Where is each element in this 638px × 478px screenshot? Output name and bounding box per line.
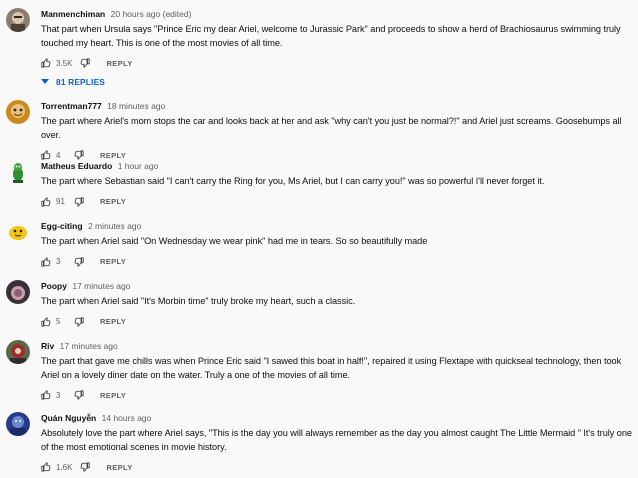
avatar[interactable] — [6, 340, 30, 364]
like-count: 1.6K — [56, 462, 73, 472]
comment-actions: 5 REPLY — [41, 315, 634, 329]
comment-timestamp[interactable]: 20 hours ago (edited) — [111, 9, 192, 19]
like-count: 4 — [56, 150, 61, 160]
comment-text: The part that gave me chills was when Pr… — [41, 356, 622, 380]
avatar[interactable] — [6, 412, 30, 436]
like-count: 5 — [56, 317, 61, 326]
comment-timestamp[interactable]: 17 minutes ago — [72, 281, 130, 291]
thumbs-up-icon[interactable] — [41, 390, 51, 400]
like-count: 3.5K — [56, 58, 73, 68]
reply-button[interactable]: REPLY — [100, 257, 126, 266]
avatar[interactable] — [6, 100, 30, 124]
view-replies-button[interactable]: 81 REPLIES — [41, 77, 634, 87]
comment-actions: 3 REPLY — [41, 255, 634, 269]
reply-button[interactable]: REPLY — [106, 463, 132, 472]
thumbs-down-icon[interactable] — [80, 462, 91, 472]
reply-button[interactable]: REPLY — [100, 391, 126, 400]
thumbs-down-icon[interactable] — [80, 58, 91, 68]
author-name[interactable]: Torrentman777 — [41, 101, 102, 111]
thumbs-up-icon[interactable] — [41, 256, 51, 267]
comment-header: Riv 17 minutes ago — [41, 340, 634, 352]
comment-text: The part where Sebastian said "I can't c… — [41, 176, 545, 186]
author-name[interactable]: Matheus Eduardo — [41, 161, 112, 171]
avatar[interactable] — [6, 220, 30, 244]
author-name[interactable]: Riv — [41, 341, 54, 351]
comment-text: That part when Ursula says "Prince Eric … — [41, 24, 621, 48]
author-name[interactable]: Egg-citing — [41, 221, 83, 231]
thumbs-down-icon[interactable] — [74, 256, 84, 267]
like-count: 3 — [56, 390, 61, 400]
comment-header: Matheus Eduardo 1 hour ago — [41, 160, 634, 172]
comment-header: Manmenchiman 20 hours ago (edited) — [41, 8, 634, 20]
avatar[interactable] — [6, 280, 30, 304]
comment-actions: 3.5K REPLY — [41, 56, 634, 70]
comment-timestamp[interactable]: 18 minutes ago — [107, 101, 165, 111]
thumbs-down-icon[interactable] — [74, 316, 84, 327]
comment-header: Egg-citing 2 minutes ago — [41, 220, 634, 232]
comment-text: Absolutely love the part where Ariel say… — [41, 428, 632, 452]
caret-down-icon — [41, 77, 56, 87]
author-name[interactable]: Poopy — [41, 281, 67, 291]
thumbs-up-icon[interactable] — [41, 150, 51, 160]
thumbs-down-icon[interactable] — [74, 390, 84, 400]
reply-button[interactable]: REPLY — [106, 59, 132, 68]
thumbs-up-icon[interactable] — [41, 316, 51, 327]
like-count: 3 — [56, 257, 61, 266]
reply-button[interactable]: REPLY — [100, 197, 126, 206]
thumbs-up-icon[interactable] — [41, 462, 51, 472]
comment-text: The part when Ariel said "It's Morbin ti… — [41, 296, 356, 306]
comment-timestamp[interactable]: 17 minutes ago — [60, 341, 118, 351]
thumbs-down-icon[interactable] — [74, 196, 84, 207]
comment-timestamp[interactable]: 14 hours ago — [102, 413, 152, 423]
thumbs-up-icon[interactable] — [41, 196, 51, 207]
avatar[interactable] — [6, 160, 30, 184]
comment-actions: 3 REPLY — [41, 388, 634, 402]
author-name[interactable]: Quán Nguyễn — [41, 413, 96, 423]
replies-count-label: 81 REPLIES — [56, 77, 106, 87]
comment-text: The part where Ariel's mom stops the car… — [41, 116, 622, 140]
thumbs-down-icon[interactable] — [74, 150, 84, 160]
author-name[interactable]: Manmenchiman — [41, 9, 105, 19]
comment-actions: 91 REPLY — [41, 195, 634, 209]
avatar[interactable] — [6, 8, 30, 32]
comment-timestamp[interactable]: 1 hour ago — [118, 161, 159, 171]
comment-header: Poopy 17 minutes ago — [41, 280, 634, 292]
like-count: 91 — [56, 197, 65, 206]
reply-button[interactable]: REPLY — [100, 317, 126, 326]
comment-header: Quán Nguyễn 14 hours ago — [41, 412, 634, 424]
comment-actions: 1.6K REPLY — [41, 460, 634, 474]
thumbs-up-icon[interactable] — [41, 58, 51, 68]
reply-button[interactable]: REPLY — [100, 151, 126, 160]
comment-timestamp[interactable]: 2 minutes ago — [88, 221, 141, 231]
comment-text: The part when Ariel said "On Wednesday w… — [41, 236, 428, 246]
comment-header: Torrentman777 18 minutes ago — [41, 100, 634, 112]
